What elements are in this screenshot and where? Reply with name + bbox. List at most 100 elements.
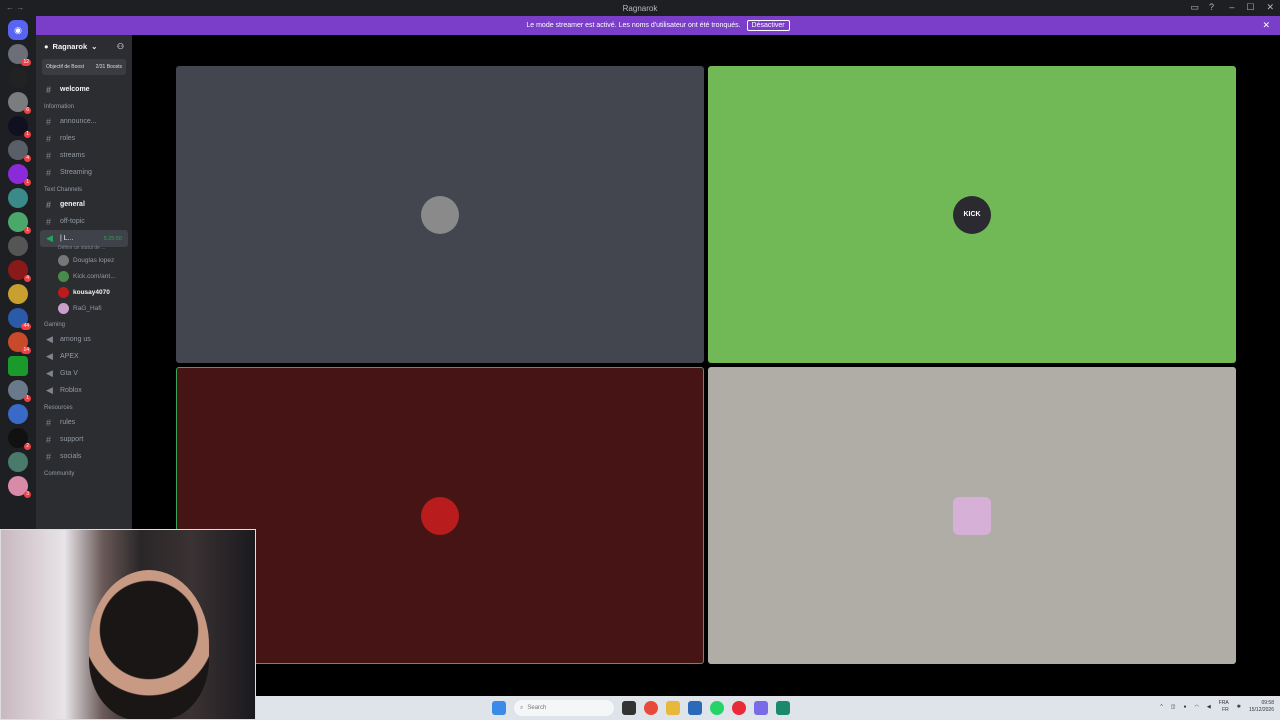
channel-rules[interactable]: # rules [36, 414, 132, 431]
hash-icon: # [46, 451, 52, 462]
server-icon[interactable] [8, 404, 28, 424]
server-header[interactable]: ● Ragnarok ⌄ ⚇ [36, 35, 132, 57]
volume-icon[interactable]: ◀ [1207, 704, 1211, 710]
voice-user[interactable]: RaG_Hafi [36, 300, 132, 316]
close-button[interactable]: ✕ [1266, 2, 1274, 13]
hash-icon: # [46, 434, 52, 445]
disable-streamer-button[interactable]: Désactiver [746, 20, 790, 31]
nav-arrows-icon[interactable]: ← → [6, 3, 24, 12]
voice-status[interactable]: Définir un statut de ... [36, 245, 132, 252]
server-icon[interactable] [8, 68, 28, 88]
hash-icon: # [46, 116, 52, 127]
channel-label: general [60, 201, 85, 208]
server-icon[interactable]: 14 [8, 332, 31, 354]
channel-among-us[interactable]: ◀ among us [36, 331, 132, 348]
channel-apex[interactable]: ◀ APEX [36, 348, 132, 365]
channel-support[interactable]: # support [36, 431, 132, 448]
avatar [58, 302, 69, 314]
category-information[interactable]: Information [36, 98, 132, 113]
server-icon[interactable]: 12 [8, 44, 31, 66]
server-icon[interactable]: 6 [8, 92, 31, 114]
category-community[interactable]: Community [36, 465, 132, 480]
system-tray: ^ ◫ ● ◠ ◀ FRA FR ✱ 09:58 15/12/2026 [1160, 700, 1274, 714]
channel-welcome[interactable]: # welcome [36, 81, 132, 98]
server-icon[interactable]: 44 [8, 308, 31, 330]
task-view-icon[interactable] [622, 701, 636, 715]
channel-announce[interactable]: # announce... [36, 113, 132, 130]
channel-roles[interactable]: # roles [36, 130, 132, 147]
webcam-overlay [0, 529, 256, 720]
app-icon[interactable] [688, 701, 702, 715]
server-icon[interactable]: 1 [8, 212, 31, 234]
lang-code: FRA [1218, 700, 1229, 706]
category-text-channels[interactable]: Text Channels [36, 181, 132, 196]
participant-tile[interactable]: KICK [708, 66, 1236, 363]
boost-count: 2/31 Boosts [95, 64, 122, 70]
server-icon[interactable]: 4 [8, 260, 31, 282]
discord-home-icon[interactable]: ◉ [8, 20, 28, 40]
channel-streams[interactable]: # streams [36, 147, 132, 164]
channel-off-topic[interactable]: # off-topic [36, 213, 132, 230]
channel-label: off-topic [60, 218, 85, 225]
server-icon[interactable] [8, 284, 28, 304]
voice-user[interactable]: Douglas lopez [36, 252, 132, 268]
mic-icon[interactable]: ● [1184, 704, 1187, 710]
server-icon[interactable]: 2 [8, 428, 31, 450]
network-icon[interactable]: ◫ [1171, 704, 1176, 710]
server-icon[interactable]: 4 [8, 140, 31, 162]
participant-tile[interactable] [708, 367, 1236, 664]
chevron-up-icon[interactable]: ^ [1160, 704, 1162, 710]
category-gaming[interactable]: Gaming [36, 316, 132, 331]
avatar [58, 270, 69, 282]
server-icon[interactable] [8, 452, 28, 472]
avatar [421, 195, 459, 234]
channel-streaming[interactable]: # Streaming [36, 164, 132, 181]
voice-user[interactable]: kousay4070 [36, 284, 132, 300]
server-icon[interactable]: 1 [8, 164, 31, 186]
chrome-icon[interactable] [644, 701, 658, 715]
channel-general[interactable]: # general [36, 196, 132, 213]
add-member-icon[interactable]: ⚇ [117, 42, 124, 51]
server-icon[interactable]: 1 [8, 380, 31, 402]
voice-timer: 5:25:50 [103, 235, 122, 242]
channel-label: Gta V [60, 370, 78, 377]
file-explorer-icon[interactable] [666, 701, 680, 715]
banner-close-icon[interactable]: ✕ [1262, 20, 1270, 31]
hash-icon: # [46, 133, 52, 144]
opera-icon[interactable] [732, 701, 746, 715]
wifi-icon[interactable]: ◠ [1195, 704, 1199, 710]
minimize-button[interactable]: – [1229, 2, 1234, 13]
streamer-mode-banner: Le mode streamer est activé. Les noms d'… [36, 16, 1280, 35]
channel-socials[interactable]: # socials [36, 448, 132, 465]
voice-user[interactable]: Kick.com/ant... [36, 268, 132, 284]
clock[interactable]: 09:58 15/12/2026 [1249, 700, 1274, 714]
whatsapp-icon[interactable] [710, 701, 724, 715]
channel-label: announce... [60, 118, 97, 125]
channel-sidebar: ● Ragnarok ⌄ ⚇ Objectif de Boost 2/31 Bo… [36, 35, 132, 529]
inbox-icon[interactable]: ▭ [1190, 2, 1199, 13]
participant-tile[interactable] [176, 66, 704, 363]
clock-date: 15/12/2026 [1248, 707, 1274, 713]
server-icon[interactable]: 1 [8, 116, 31, 138]
channel-label: support [60, 436, 84, 443]
help-icon[interactable]: ? [1209, 2, 1214, 13]
windows-start-icon[interactable] [492, 701, 506, 715]
kick-icon[interactable] [8, 356, 28, 376]
taskbar-search[interactable]: ⌕ Search [514, 700, 614, 716]
bluetooth-icon[interactable]: ✱ [1237, 704, 1241, 710]
server-name: Ragnarok [52, 41, 88, 51]
server-icon[interactable] [8, 188, 28, 208]
boost-goal[interactable]: Objectif de Boost 2/31 Boosts [42, 59, 126, 75]
discord-taskbar-icon[interactable] [754, 701, 768, 715]
channel-roblox[interactable]: ◀ Roblox [36, 382, 132, 399]
language-indicator[interactable]: FRA FR [1219, 700, 1229, 714]
server-icon[interactable]: 3 [8, 476, 31, 498]
speaker-icon: ◀ [46, 351, 53, 361]
channel-gta[interactable]: ◀ Gta V [36, 365, 132, 382]
maximize-button[interactable]: ☐ [1246, 2, 1254, 13]
category-resources[interactable]: Resources [36, 399, 132, 414]
channel-label: rules [60, 419, 76, 426]
app-icon[interactable] [776, 701, 790, 715]
server-icon[interactable] [8, 236, 28, 256]
banner-text: Le mode streamer est activé. Les noms d'… [526, 22, 741, 29]
